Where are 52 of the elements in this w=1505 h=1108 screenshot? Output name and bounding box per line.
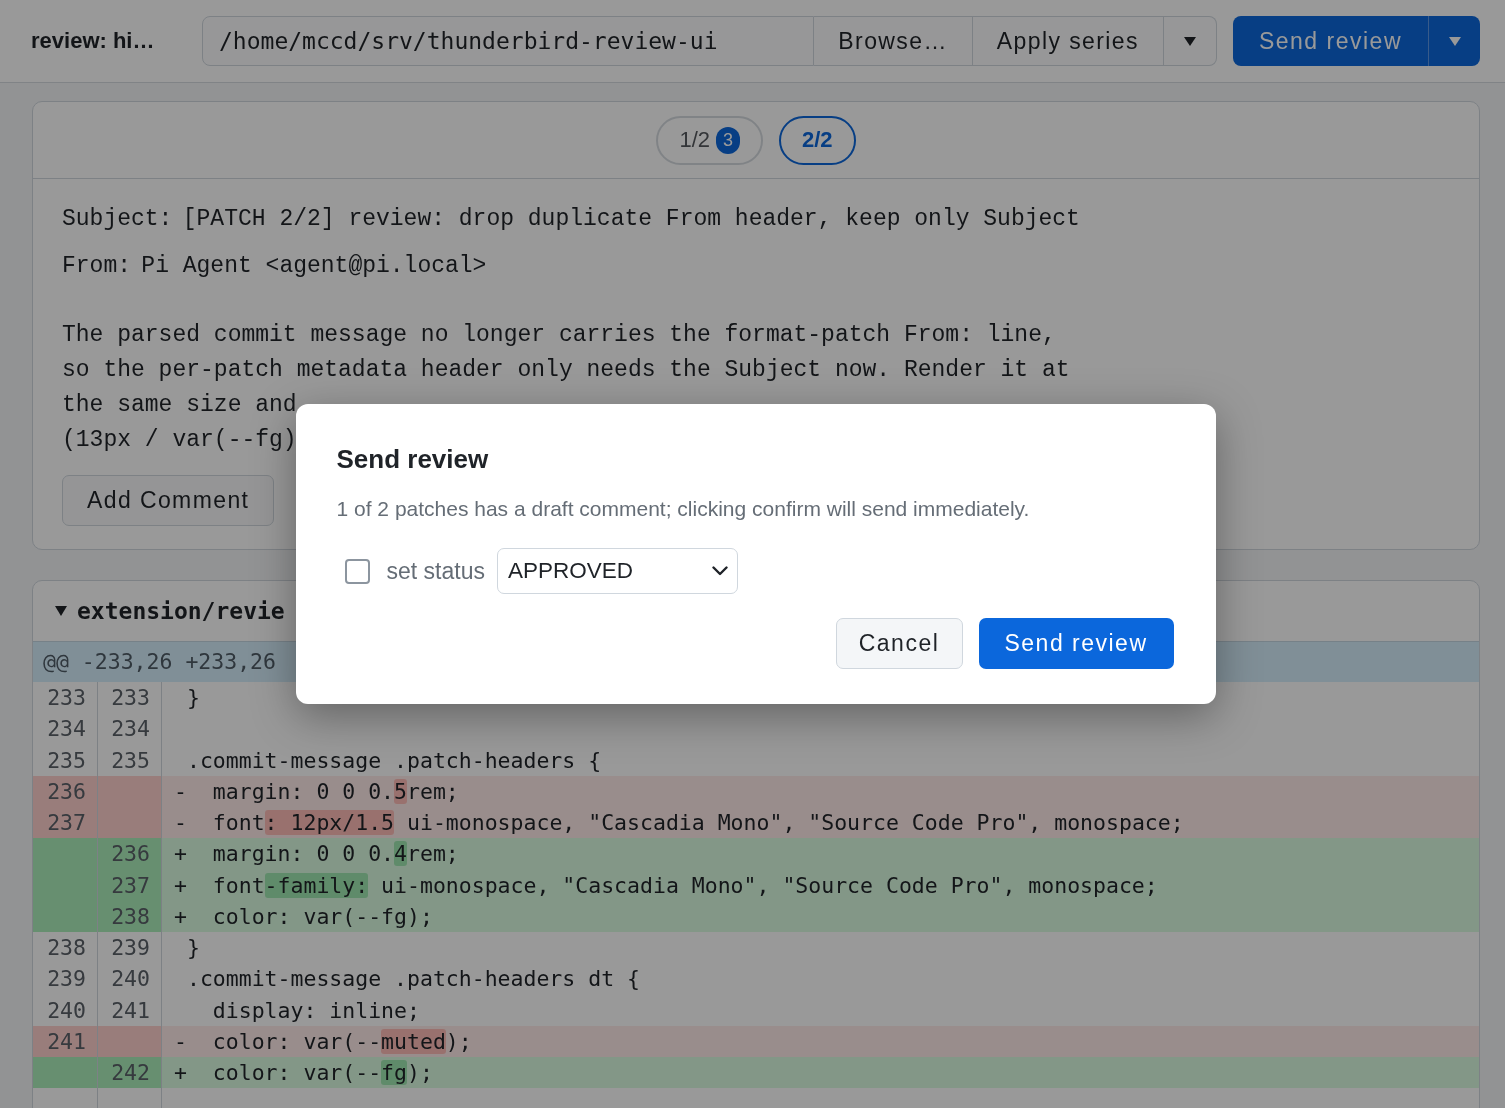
toolbar-button[interactable]: Apply series [972,16,1164,66]
chevron-down-icon [711,566,728,576]
patch-tab[interactable]: 2/2 [779,115,856,165]
checkbox-label: set status [386,557,485,585]
code-line: + margin: 0 0 0.4rem; [174,841,459,867]
add-comment-button[interactable]: Add Comment [62,475,275,526]
code-line: + font-family: ui-monospace, "Cascadia Mono", "Source Code Pro", monospace; [174,872,1158,898]
comment-count-badge: 3 [716,126,740,154]
confirm-button[interactable]: Send review [978,618,1174,669]
code-line: + color: var(--fg); [174,903,433,929]
header-value: [PATCH 2/2] review: drop duplicate From header, keep only Subject [182,206,1080,232]
status-checkbox[interactable] [344,558,370,584]
patch-tab[interactable]: 1/2 3 [656,115,763,165]
repo-path-input[interactable]: /home/mccd/srv/thunderbird-review-ui [202,16,815,66]
line-number: 234 [33,713,98,745]
cancel-button[interactable]: Cancel [835,618,963,669]
line-number: 236 [33,775,98,807]
line-number: 238 [98,900,162,932]
send-review-button[interactable]: Send review [1232,16,1428,66]
dropdown-button[interactable] [1163,16,1217,66]
line-number: 242 [98,1057,162,1089]
code-line: + color: var(--fg); [174,1060,433,1085]
line-number: 241 [33,1025,98,1057]
caret-icon [1183,36,1196,46]
caret-icon [1448,36,1461,46]
header-value: Pi Agent <agent@pi.local> [141,253,487,279]
line-number: 235 [98,744,162,776]
code-line: .commit-message .patch-headers dt { [185,966,640,992]
header-label: Subject: [62,206,173,232]
line-number: 236 [98,838,162,870]
page-title: review: hi… [31,28,156,54]
status-select[interactable]: APPROVED [496,548,738,594]
code-line: - color: var(--muted); [174,1028,472,1054]
code-line: display: inline; [211,997,420,1023]
toolbar-button[interactable]: Browse… [814,16,973,66]
code-line: .commit-message .patch-headers { [185,747,602,773]
line-number: 234 [98,713,162,745]
line-number: 239 [33,963,98,995]
hunk-header: @@ -233,26 +233,26 [43,649,276,674]
dialog-message: 1 of 2 patches has a draft comment; clicking confirm will send immediately. [336,496,1031,522]
code-line: - font: 12px/1.5 ui-monospace, "Cascadia Mono", "Source Code Pro", monospace; [174,810,1184,835]
code-line: } [185,935,200,960]
line-number: 237 [33,807,98,839]
code-line: - margin: 0 0 0.5rem; [174,778,459,804]
header-label: From: [62,253,131,279]
line-number: 241 [98,994,162,1026]
code-line: } [185,685,200,710]
line-number: 240 [33,994,98,1026]
line-number: 237 [98,869,162,901]
line-number: 240 [98,963,162,995]
line-number: 235 [33,744,98,776]
send-options-button[interactable] [1428,16,1480,66]
